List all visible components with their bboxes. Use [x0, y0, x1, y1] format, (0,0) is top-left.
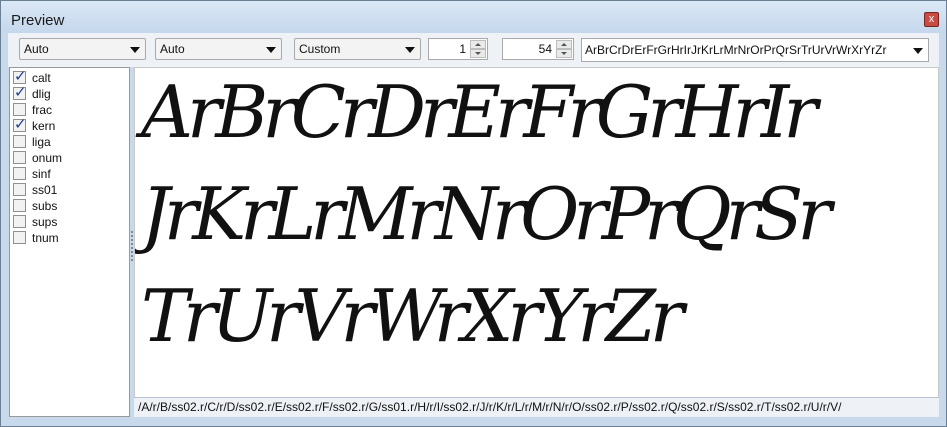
feature-checkbox[interactable] [13, 167, 26, 180]
spin-up-button[interactable] [556, 40, 572, 49]
close-button[interactable]: x [924, 12, 939, 27]
preview-line: TrUrVrWrXrYrZr [141, 274, 684, 358]
feature-label: subs [32, 199, 58, 213]
language-select-value: Auto [160, 42, 185, 56]
close-icon: x [928, 13, 935, 25]
feature-checkbox[interactable] [13, 115, 27, 133]
preview-window: Preview x Auto Auto Custom 1 54 ArBrCrDr… [0, 0, 947, 427]
feature-label: kern [32, 119, 56, 133]
chevron-down-icon [130, 47, 140, 53]
script-select[interactable]: Auto [19, 38, 146, 60]
feature-label: tnum [32, 231, 59, 245]
feature-label: ss01 [32, 183, 58, 197]
feature-label: onum [32, 151, 63, 165]
feature-label: sups [32, 215, 58, 229]
glyph-preview-area: ArBrCrDrErFrGrHrIr JrKrLrMrNrOrPrQrSr Tr… [134, 67, 939, 417]
spin-down-button[interactable] [556, 49, 572, 58]
language-select[interactable]: Auto [155, 38, 282, 60]
title-bar[interactable]: Preview x [1, 1, 946, 33]
glyph-sequence-text: /A/r/B/ss02.r/C/r/D/ss02.r/E/ss02.r/F/ss… [138, 400, 842, 414]
feature-checkbox[interactable] [13, 199, 26, 212]
size-spinbox[interactable]: 54 [502, 38, 574, 60]
window-title: Preview [11, 12, 65, 29]
line-spinbox[interactable]: 1 [428, 38, 488, 60]
feature-checkbox[interactable] [13, 151, 26, 164]
line-spinbox-value: 1 [459, 42, 466, 56]
feature-label: liga [32, 135, 51, 149]
size-spinbox-value: 54 [538, 42, 552, 56]
preview-line: JrKrLrMrNrOrPrQrSr [141, 172, 832, 256]
feature-checkbox[interactable] [13, 215, 26, 228]
preview-text-value: ArBrCrDrErFrGrHrIrJrKrLrMrNrOrPrQrSrTrUr… [585, 43, 887, 57]
spin-up-button[interactable] [470, 40, 486, 49]
feature-checkbox[interactable] [13, 183, 26, 196]
chevron-down-icon[interactable] [913, 48, 923, 54]
chevron-down-icon [266, 47, 276, 53]
feature-checkbox[interactable] [13, 83, 27, 101]
feature-label: frac [32, 103, 53, 117]
feature-label: calt [32, 71, 51, 85]
toolbar: Auto Auto Custom 1 54 ArBrCrDrErFrGrHrIr… [8, 33, 939, 67]
mode-select-value: Custom [299, 42, 341, 56]
preview-line: ArBrCrDrErFrGrHrIr [141, 70, 818, 154]
spin-down-button[interactable] [470, 49, 486, 58]
status-bar: /A/r/B/ss02.r/C/r/D/ss02.r/E/ss02.r/F/ss… [134, 397, 939, 417]
preview-text-input[interactable]: ArBrCrDrErFrGrHrIrJrKrLrMrNrOrPrQrSrTrUr… [581, 38, 929, 62]
mode-select[interactable]: Custom [294, 38, 421, 60]
feature-list: calt dlig frac kern liga onum sinf ss01 … [9, 67, 130, 417]
feature-checkbox[interactable] [13, 231, 26, 244]
script-select-value: Auto [24, 42, 49, 56]
feature-checkbox[interactable] [13, 135, 26, 148]
feature-label: sinf [32, 167, 51, 181]
splitter-handle[interactable] [131, 231, 133, 261]
feature-label: dlig [32, 87, 51, 101]
chevron-down-icon [405, 47, 415, 53]
